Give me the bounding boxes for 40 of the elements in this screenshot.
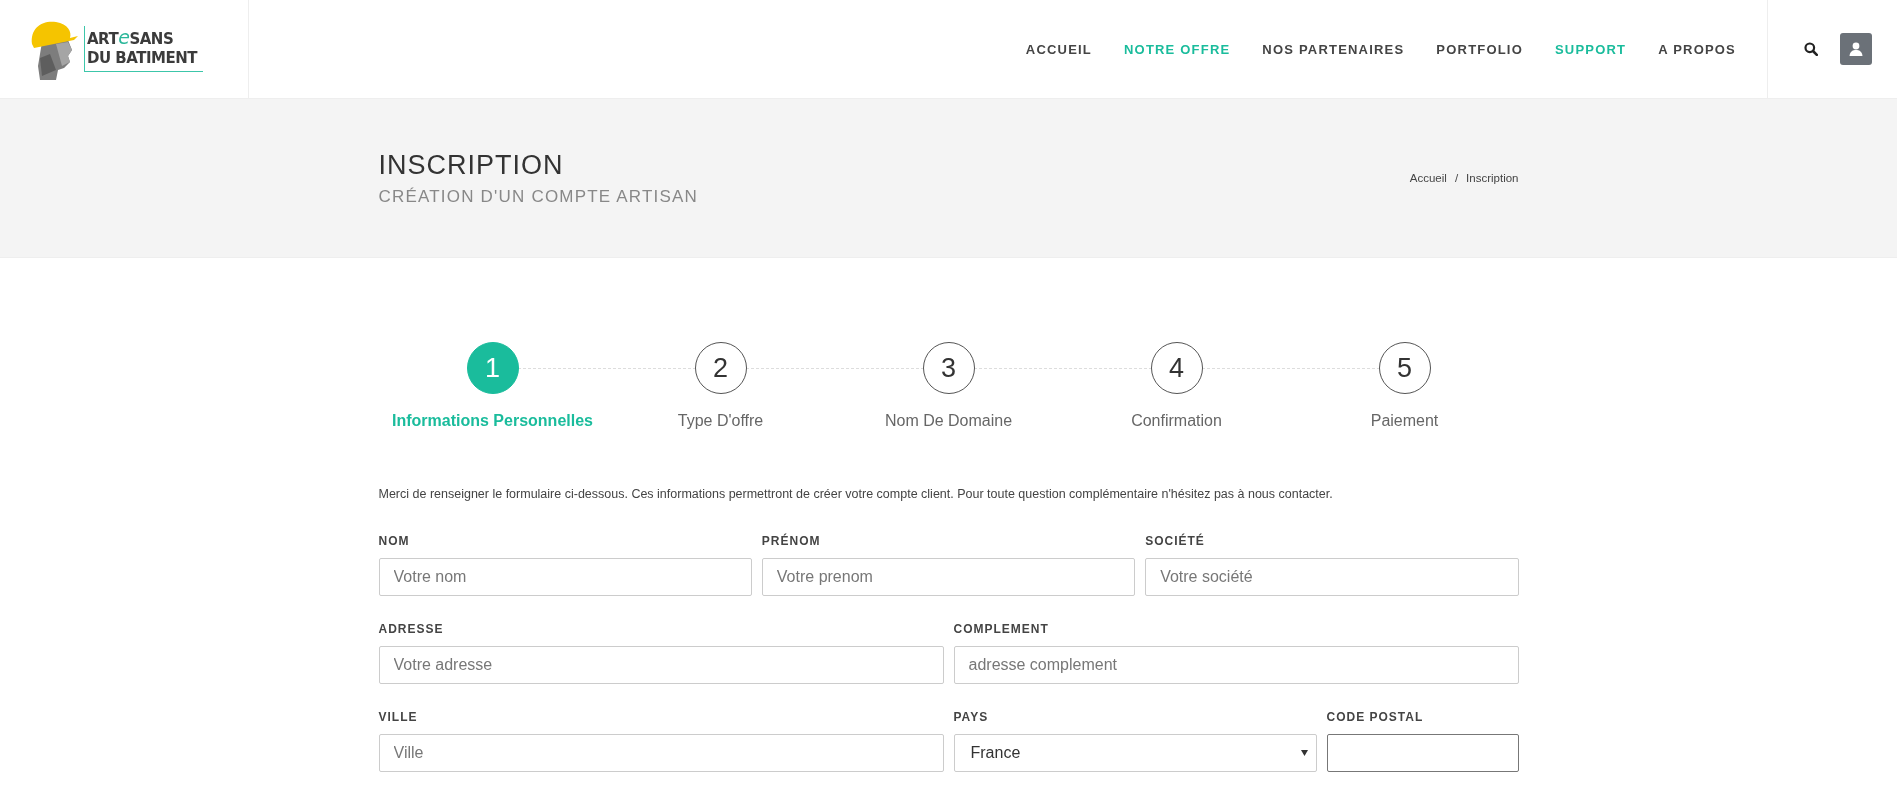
search-icon[interactable] bbox=[1804, 42, 1818, 56]
field-label: VILLE bbox=[378, 710, 419, 724]
step-number[interactable]: 4 bbox=[1150, 342, 1203, 394]
field-label: PAYS bbox=[953, 710, 990, 724]
breadcrumb-link[interactable]: Accueil bbox=[1409, 172, 1447, 184]
nav-link[interactable]: NOS PARTENAIRES bbox=[1262, 41, 1405, 57]
field-label: PRÉNOM bbox=[761, 534, 822, 548]
caret-icon bbox=[1300, 750, 1308, 756]
field-label: COMPLEMENT bbox=[953, 622, 1050, 636]
text-input-field[interactable]: Votre nom bbox=[378, 558, 752, 596]
logo-text: ARTeSANS DU BATIMENT bbox=[84, 26, 203, 72]
field-label: CODE POSTAL bbox=[1326, 710, 1425, 724]
field-label: ADRESSE bbox=[378, 622, 445, 636]
text-input-field[interactable]: Votre société bbox=[1145, 558, 1519, 596]
step-label: Type D'offre bbox=[677, 412, 764, 430]
text-input-field[interactable]: Votre prenom bbox=[761, 558, 1136, 596]
breadcrumb-separator: / bbox=[1454, 172, 1459, 184]
country-select[interactable]: France bbox=[953, 734, 1317, 772]
page-subtitle: CRÉATION D'UN COMPTE ARTISAN bbox=[378, 186, 699, 207]
step-number[interactable]: 5 bbox=[1378, 342, 1431, 394]
step-label: Nom De Domaine bbox=[884, 412, 1013, 430]
intro-text: Merci de renseigner le formulaire ci-dessous. Ces informations permettront de créer votre compte client. Pour toute question complémentaire n'hésitez pas à nous contacter. bbox=[378, 487, 1334, 501]
user-account-button[interactable] bbox=[1840, 33, 1872, 65]
page-title: INSCRIPTION bbox=[378, 149, 565, 181]
step-number[interactable]: 3 bbox=[922, 342, 975, 394]
user-icon bbox=[1849, 42, 1863, 56]
step-label: Informations Personnelles bbox=[392, 412, 593, 430]
nav-link[interactable]: PORTFOLIO bbox=[1436, 41, 1523, 57]
step-label: Confirmation bbox=[1131, 412, 1222, 430]
text-input-field[interactable]: adresse complement bbox=[953, 646, 1519, 684]
field-label: SOCIÉTÉ bbox=[1145, 534, 1206, 548]
step-number[interactable]: 2 bbox=[694, 342, 747, 394]
step-label: Paiement bbox=[1370, 412, 1439, 430]
field-label: NOM bbox=[378, 534, 411, 548]
breadcrumb-link[interactable]: Inscription bbox=[1466, 172, 1519, 184]
text-input-field[interactable] bbox=[1326, 734, 1519, 772]
text-input-field[interactable]: Ville bbox=[378, 734, 944, 772]
nav-link[interactable]: ACCUEIL bbox=[1025, 41, 1092, 57]
text-input-field[interactable]: Votre adresse bbox=[378, 646, 944, 684]
nav-link[interactable]: A PROPOS bbox=[1658, 41, 1736, 57]
